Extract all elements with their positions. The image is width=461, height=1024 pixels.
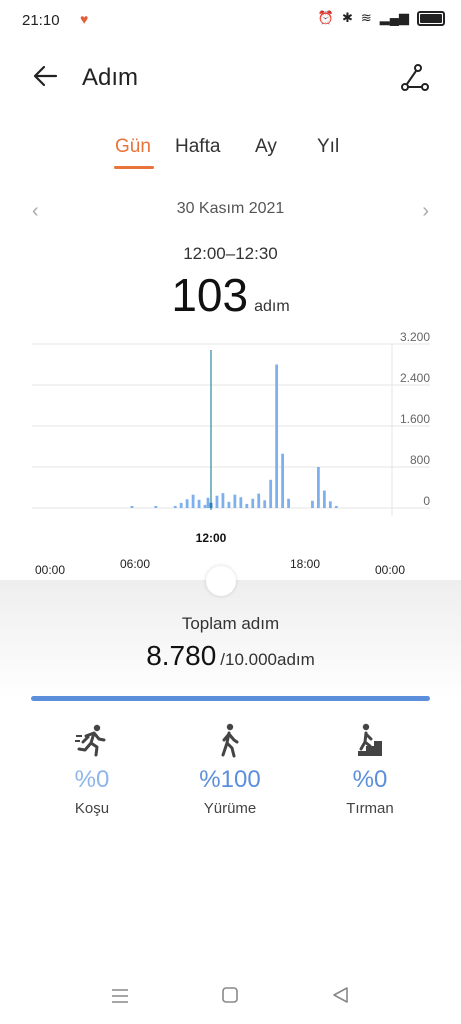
- y-tick-label: 2.400: [400, 371, 430, 385]
- chart-bar[interactable]: [275, 364, 279, 509]
- page-title: Adım: [82, 64, 139, 91]
- status-time: 21:10: [22, 12, 60, 29]
- y-tick-label: 0: [423, 494, 430, 508]
- chart-bar[interactable]: [317, 467, 320, 508]
- x-tick-label: 00:00: [375, 563, 405, 577]
- tab-underline: [114, 166, 154, 169]
- chart-bar[interactable]: [281, 453, 284, 508]
- chart-bar[interactable]: [227, 501, 231, 508]
- chart-bar[interactable]: [191, 494, 195, 508]
- bluetooth-icon: ✱: [341, 10, 353, 25]
- stat-climbing: %0 Tırman: [310, 722, 430, 817]
- chart-bar[interactable]: [130, 506, 134, 508]
- chart-bar[interactable]: [185, 499, 189, 508]
- x-tick-label: 06:00: [120, 557, 150, 571]
- chart-bar[interactable]: [221, 493, 225, 508]
- total-steps-row: 8.780/10.000adım: [0, 640, 461, 672]
- menu-icon[interactable]: [112, 989, 128, 1003]
- chart-drag-handle[interactable]: [206, 566, 236, 596]
- chart-bar[interactable]: [233, 494, 237, 508]
- chart-bar[interactable]: [328, 501, 332, 508]
- y-tick-label: 3.200: [400, 330, 430, 344]
- running-icon: [75, 724, 106, 757]
- tab-week[interactable]: Hafta: [175, 136, 220, 158]
- selected-steps: 103: [171, 269, 249, 321]
- back-icon[interactable]: [333, 987, 348, 1003]
- battery-icon: [417, 10, 445, 26]
- chart-bar[interactable]: [173, 505, 177, 508]
- climbing-label: Tırman: [346, 800, 394, 817]
- y-tick-label: 1.600: [400, 412, 430, 426]
- total-steps-value: 8.780: [146, 640, 217, 671]
- chart-bar[interactable]: [239, 497, 243, 508]
- walking-icon: [221, 723, 239, 758]
- walking-label: Yürüme: [203, 800, 257, 817]
- chart-bar[interactable]: [179, 502, 183, 508]
- walking-percent: %100: [199, 766, 261, 793]
- chart-bar[interactable]: [263, 500, 267, 508]
- signal-icon: ▂▄▆: [379, 10, 409, 25]
- next-day-icon[interactable]: ›: [422, 200, 429, 223]
- chart-bar[interactable]: [197, 499, 201, 508]
- chart-bar[interactable]: [287, 498, 290, 508]
- x-tick-label: 00:00: [35, 563, 65, 577]
- selected-range: 12:00–12:30: [183, 244, 278, 263]
- chart-bar[interactable]: [206, 497, 210, 508]
- chart-bar[interactable]: [251, 498, 255, 508]
- climbing-icon: [358, 723, 382, 756]
- chart-bar[interactable]: [311, 500, 314, 508]
- chart-bar[interactable]: [257, 493, 261, 508]
- running-percent: %0: [74, 766, 110, 793]
- chart-bar[interactable]: [154, 506, 158, 508]
- stat-walking: %100 Yürüme: [170, 722, 290, 817]
- chart-bar[interactable]: [215, 495, 219, 508]
- tab-day[interactable]: Gün: [115, 136, 151, 158]
- chart-bar[interactable]: [269, 479, 273, 508]
- stat-running: %0 Koşu: [32, 722, 152, 817]
- tab-year[interactable]: Yıl: [317, 136, 339, 158]
- tab-month[interactable]: Ay: [255, 136, 277, 158]
- status-icons: ⏰ ✱ ≋ ▂▄▆: [318, 10, 445, 26]
- goal-progress-bar: [31, 696, 430, 701]
- date-label: 30 Kasım 2021: [176, 200, 285, 217]
- selected-value-row: 103 adım: [0, 268, 461, 322]
- selected-time-label: 12:00: [196, 531, 227, 545]
- route-icon[interactable]: [399, 62, 431, 94]
- chart-bar[interactable]: [322, 490, 326, 508]
- system-navbar: [112, 987, 348, 1003]
- steps-chart[interactable]: 3.200 2.400 1.600 800 0 12:00 00:00 06:00 18:00 0…: [0, 330, 461, 590]
- total-steps-label: Toplam adım: [181, 614, 280, 633]
- chart-bar[interactable]: [334, 505, 338, 508]
- alarm-icon: ⏰: [317, 10, 334, 25]
- chart-bar[interactable]: [245, 503, 249, 508]
- wifi-icon: ≋: [360, 10, 372, 25]
- running-label: Koşu: [74, 800, 110, 817]
- health-icon: ♥: [80, 11, 89, 27]
- selected-unit: adım: [254, 298, 290, 315]
- period-tabs: Gün Hafta Ay Yıl: [0, 136, 461, 176]
- climbing-percent: %0: [352, 766, 388, 793]
- home-icon[interactable]: [222, 987, 238, 1003]
- x-tick-label: 18:00: [290, 557, 320, 571]
- goal-value: /10.000adım: [220, 650, 315, 669]
- y-tick-label: 800: [410, 453, 430, 467]
- chart-bar[interactable]: [203, 504, 207, 508]
- back-arrow-icon[interactable]: [30, 60, 62, 92]
